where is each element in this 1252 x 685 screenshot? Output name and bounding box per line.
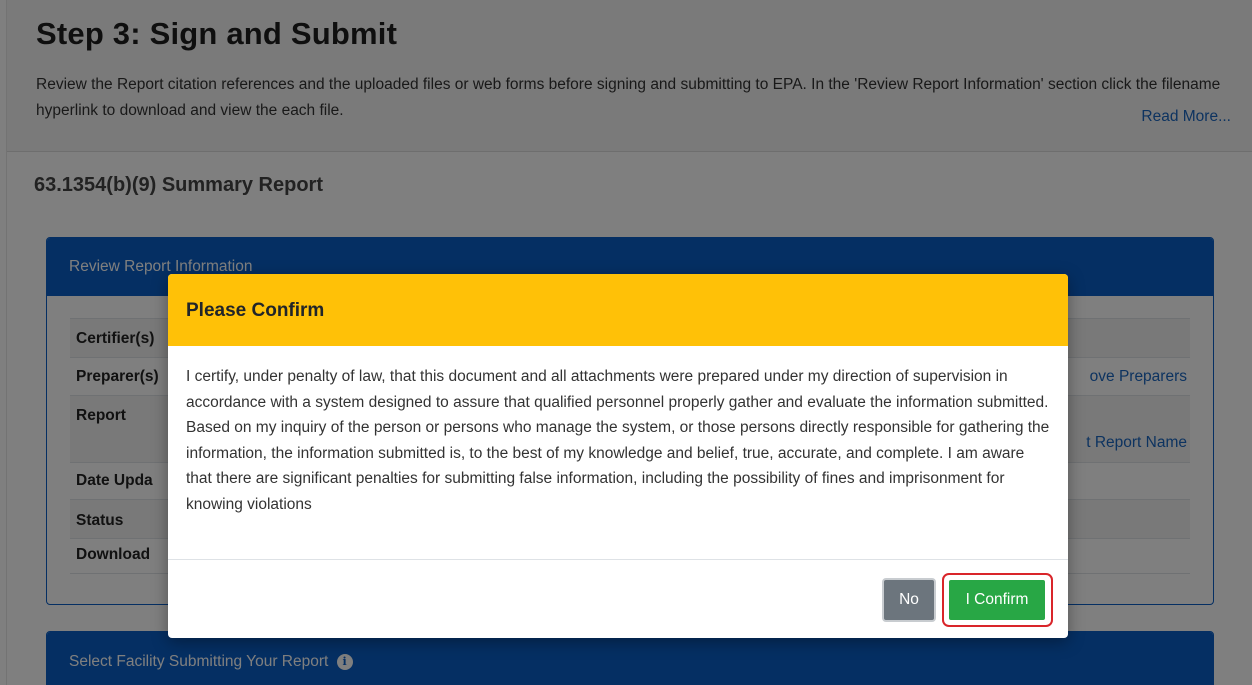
confirm-button[interactable]: I Confirm (947, 578, 1047, 622)
modal-body: I certify, under penalty of law, that th… (168, 346, 1068, 560)
confirm-modal: Please Confirm I certify, under penalty … (168, 274, 1068, 638)
certification-statement: I certify, under penalty of law, that th… (186, 368, 1050, 513)
modal-header: Please Confirm (168, 274, 1068, 346)
modal-title: Please Confirm (186, 300, 325, 321)
modal-footer: No I Confirm (168, 560, 1068, 638)
page: Step 3: Sign and Submit Review the Repor… (0, 0, 1252, 685)
no-button[interactable]: No (882, 578, 936, 622)
